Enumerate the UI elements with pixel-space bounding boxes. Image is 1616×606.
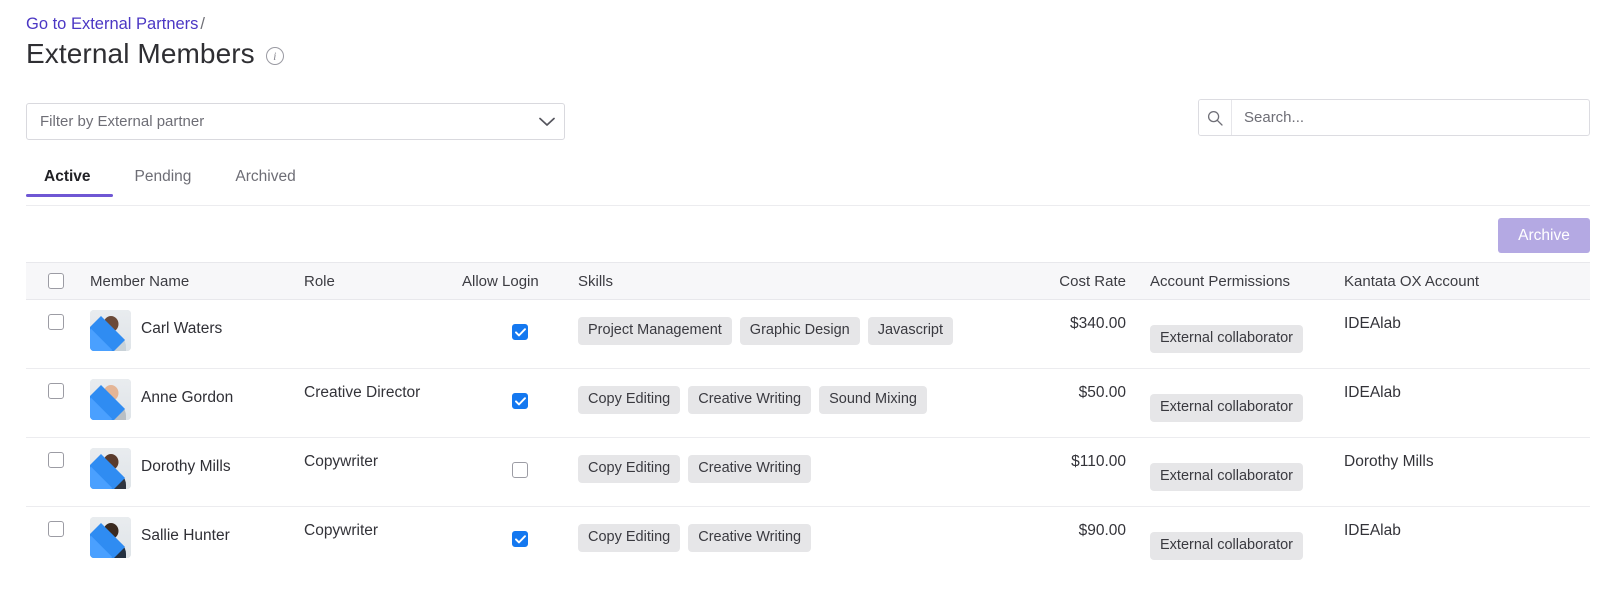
column-header-skills[interactable]: Skills <box>578 273 1028 290</box>
external-partner-filter-placeholder: Filter by External partner <box>40 113 205 130</box>
kantata-account-cell: IDEAlab <box>1344 315 1401 332</box>
breadcrumb: Go to External Partners / <box>26 14 205 34</box>
member-name-cell: Sallie Hunter <box>84 507 304 558</box>
row-select-cell <box>26 300 84 330</box>
column-header-allow-login[interactable]: Allow Login <box>462 273 578 290</box>
member-name-cell: Dorothy Mills <box>84 438 304 489</box>
row-select-checkbox[interactable] <box>48 383 64 399</box>
column-header-member-name[interactable]: Member Name <box>84 273 304 290</box>
allow-login-cell <box>462 507 578 547</box>
cost-rate-cell: $110.00 <box>1071 453 1126 470</box>
breadcrumb-separator: / <box>200 15 206 33</box>
search-icon <box>1199 100 1232 135</box>
allow-login-checkbox[interactable] <box>512 393 528 409</box>
archive-button[interactable]: Archive <box>1498 218 1590 253</box>
row-select-checkbox[interactable] <box>48 314 64 330</box>
chevron-down-icon <box>530 117 564 127</box>
allow-login-checkbox[interactable] <box>512 531 528 547</box>
member-name-cell: Anne Gordon <box>84 369 304 420</box>
cost-rate-cell: $50.00 <box>1078 384 1126 401</box>
row-select-cell <box>26 369 84 399</box>
avatar <box>90 517 131 558</box>
table-header-row: Member Name Role Allow Login Skills Cost… <box>26 262 1590 300</box>
permission-chip[interactable]: External collaborator <box>1150 394 1303 422</box>
tab-active[interactable]: Active <box>26 168 113 197</box>
account-permissions-cell: External collaborator <box>1126 438 1336 491</box>
row-select-checkbox[interactable] <box>48 521 64 537</box>
role-cell: Creative Director <box>304 384 421 401</box>
account-permissions-cell: External collaborator <box>1126 369 1336 422</box>
kantata-account-cell: IDEAlab <box>1344 384 1401 401</box>
avatar <box>90 379 131 420</box>
breadcrumb-link-external-partners[interactable]: Go to External Partners <box>26 15 198 33</box>
skills-cell: Copy Editing Creative Writing Sound Mixing <box>578 369 1028 414</box>
skill-chip[interactable]: Creative Writing <box>688 386 812 414</box>
skill-chip[interactable]: Sound Mixing <box>819 386 927 414</box>
tab-pending[interactable]: Pending <box>113 168 214 197</box>
row-select-cell <box>26 507 84 537</box>
skill-chip[interactable]: Project Management <box>578 317 732 345</box>
info-circle-icon[interactable]: i <box>265 47 284 65</box>
account-permissions-cell: External collaborator <box>1126 300 1336 353</box>
page-title-row: External Members i <box>26 36 284 72</box>
table-row[interactable]: Dorothy Mills Copywriter Copy Editing Creat… <box>26 438 1590 507</box>
row-select-cell <box>26 438 84 468</box>
allow-login-checkbox[interactable] <box>512 324 528 340</box>
cost-rate-cell: $340.00 <box>1069 315 1126 332</box>
tab-archived[interactable]: Archived <box>213 168 317 197</box>
table-body: Carl Waters Project Management Graphic Des… <box>26 300 1590 576</box>
table-row[interactable]: Carl Waters Project Management Graphic Des… <box>26 300 1590 369</box>
role-cell: Copywriter <box>304 453 379 470</box>
table-row[interactable]: Sallie Hunter Copywriter Copy Editing Creat… <box>26 507 1590 576</box>
permission-chip[interactable]: External collaborator <box>1150 325 1303 353</box>
column-header-kantata-account[interactable]: Kantata OX Account <box>1336 273 1590 290</box>
member-name[interactable]: Anne Gordon <box>141 379 233 407</box>
page-title: External Members <box>26 38 255 69</box>
skill-chip[interactable]: Graphic Design <box>739 317 860 345</box>
account-permissions-cell: External collaborator <box>1126 507 1336 560</box>
table-row[interactable]: Anne Gordon Creative Director Copy Editing… <box>26 369 1590 438</box>
status-tabs: Active Pending Archived <box>26 168 318 197</box>
allow-login-cell <box>462 300 578 340</box>
skill-chip[interactable]: Copy Editing <box>578 524 681 552</box>
skill-chip[interactable]: Creative Writing <box>688 455 812 483</box>
members-table: Member Name Role Allow Login Skills Cost… <box>26 262 1590 576</box>
skills-cell: Copy Editing Creative Writing <box>578 438 1028 483</box>
tabs-divider <box>26 205 1590 206</box>
avatar <box>90 310 131 351</box>
select-all-cell <box>26 273 84 289</box>
external-members-page: Go to External Partners / External Member… <box>0 0 1616 606</box>
search-input[interactable] <box>1232 100 1589 135</box>
search-box[interactable] <box>1198 99 1590 136</box>
skill-chip[interactable]: Copy Editing <box>578 386 681 414</box>
role-cell: Copywriter <box>304 522 379 539</box>
allow-login-checkbox[interactable] <box>512 462 528 478</box>
select-all-checkbox[interactable] <box>48 273 64 289</box>
skill-chip[interactable]: Creative Writing <box>688 524 812 552</box>
cost-rate-cell: $90.00 <box>1078 522 1126 539</box>
row-select-checkbox[interactable] <box>48 452 64 468</box>
allow-login-cell <box>462 438 578 478</box>
kantata-account-cell: Dorothy Mills <box>1344 453 1434 470</box>
permission-chip[interactable]: External collaborator <box>1150 532 1303 560</box>
column-header-role[interactable]: Role <box>304 273 462 290</box>
kantata-account-cell: IDEAlab <box>1344 522 1401 539</box>
member-name-cell: Carl Waters <box>84 300 304 351</box>
member-name[interactable]: Dorothy Mills <box>141 448 231 476</box>
external-partner-filter-select[interactable]: Filter by External partner <box>26 103 565 140</box>
allow-login-cell <box>462 369 578 409</box>
column-header-cost-rate[interactable]: Cost Rate <box>1028 273 1126 290</box>
permission-chip[interactable]: External collaborator <box>1150 463 1303 491</box>
column-header-account-permissions[interactable]: Account Permissions <box>1126 273 1336 290</box>
member-name[interactable]: Sallie Hunter <box>141 517 230 545</box>
role-cell <box>304 300 462 315</box>
member-name[interactable]: Carl Waters <box>141 310 222 338</box>
avatar <box>90 448 131 489</box>
skills-cell: Copy Editing Creative Writing <box>578 507 1028 552</box>
skills-cell: Project Management Graphic Design Javascri… <box>578 300 1028 345</box>
skill-chip[interactable]: Copy Editing <box>578 455 681 483</box>
skill-chip[interactable]: Javascript <box>867 317 954 345</box>
